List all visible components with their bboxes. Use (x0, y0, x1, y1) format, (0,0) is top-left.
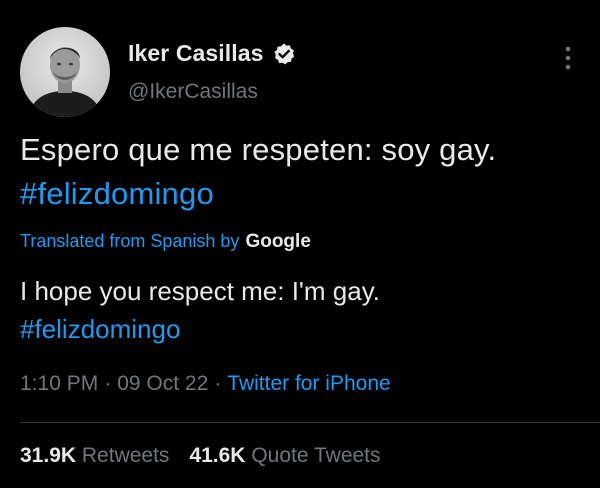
tweet-source-link[interactable]: Twitter for iPhone (227, 372, 390, 395)
meta-separator: · (104, 372, 112, 395)
translation-attribution: Translated from Spanish by Google (20, 231, 311, 253)
hashtag-link[interactable]: #felizdomingo (20, 172, 590, 216)
divider (20, 422, 600, 423)
more-options-icon[interactable] (560, 44, 576, 72)
tweet-time[interactable]: 1:10 PM (20, 372, 98, 395)
translated-hashtag-link[interactable]: #felizdomingo (20, 310, 590, 348)
translated-label: Translated from Spanish by (20, 231, 240, 251)
avatar[interactable] (20, 27, 110, 117)
verified-badge-icon (273, 43, 294, 64)
retweets-stat[interactable]: 31.9K Retweets (20, 444, 169, 468)
tweet-text: Espero que me respeten: soy gay. #felizd… (20, 128, 590, 216)
quote-tweets-count: 41.6K (189, 444, 246, 467)
avatar-photo-icon (20, 27, 110, 117)
user-handle[interactable]: @IkerCasillas (128, 80, 258, 104)
quote-tweets-label: Quote Tweets (251, 444, 381, 467)
tweet-text-line: Espero que me respeten: soy gay. (20, 132, 497, 167)
tweet-stats: 31.9K Retweets 41.6K Quote Tweets (20, 444, 381, 468)
display-name[interactable]: Iker Casillas (128, 40, 264, 67)
tweet-card: Iker Casillas @IkerCasillas Espero que m… (0, 0, 600, 488)
translated-text: I hope you respect me: I'm gay. #felizdo… (20, 272, 590, 348)
retweets-label: Retweets (81, 444, 170, 467)
translated-text-line: I hope you respect me: I'm gay. (20, 276, 380, 306)
quote-tweets-stat[interactable]: 41.6K Quote Tweets (189, 444, 380, 468)
meta-separator: · (214, 372, 222, 395)
tweet-date[interactable]: 09 Oct 22 (117, 372, 208, 395)
user-header[interactable]: Iker Casillas (128, 40, 296, 67)
retweets-count: 31.9K (20, 444, 77, 467)
google-logo: Google (245, 231, 311, 252)
tweet-meta: 1:10 PM · 09 Oct 22 · Twitter for iPhone (20, 372, 391, 396)
